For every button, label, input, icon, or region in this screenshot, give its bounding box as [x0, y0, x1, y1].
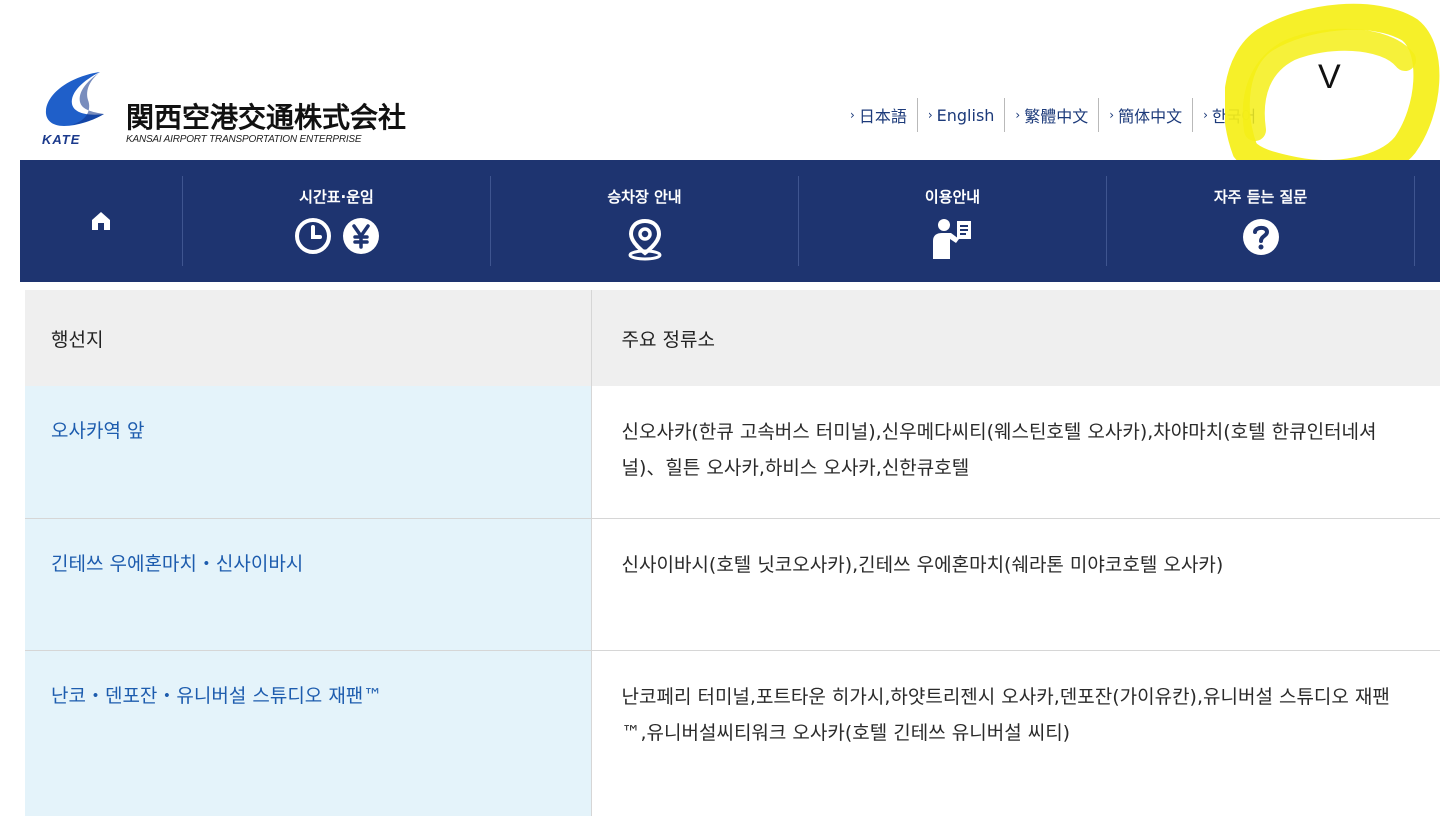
nav-label: 이용안내 — [924, 188, 981, 206]
lang-label: 簡体中文 — [1118, 107, 1183, 126]
chevron-right-icon: › — [1109, 108, 1115, 122]
nav-label: 시간표·운임 — [299, 188, 374, 206]
logo-mark-icon — [45, 72, 104, 126]
nav-label: 승차장 안내 — [607, 188, 682, 206]
guide-person-icon — [932, 219, 971, 259]
clock-icon — [294, 218, 331, 254]
lang-label: 繁體中文 — [1024, 107, 1089, 126]
nav-usage-guide[interactable]: 이용안내 — [799, 160, 1106, 282]
table-row: 긴테쓰 우에혼마치・신사이바시 신사이바시(호텔 닛코오사카),긴테쓰 우에혼마… — [25, 518, 1440, 651]
destination-link[interactable]: 오사카역 앞 — [51, 420, 144, 442]
stops-cell: 난코페리 터미널,포트타운 히가시,하얏트리젠시 오사카,덴포잔(가이유칸),유… — [591, 650, 1440, 816]
nav-faq[interactable]: 자주 듣는 질문 — [1107, 160, 1414, 282]
lang-simplified-chinese[interactable]: › 簡体中文 — [1098, 98, 1192, 132]
lang-korean[interactable]: › 한국어 — [1192, 98, 1266, 132]
logo[interactable]: KATE 関西空港交通株式会社 KANSAI AIRPORT TRANSPORT… — [42, 70, 442, 150]
table-row: 오사카역 앞 신오사카(한큐 고속버스 터미널),신우메다씨티(웨스틴호텔 오사… — [25, 386, 1440, 519]
lang-label: 日本語 — [858, 107, 907, 126]
chevron-right-icon: › — [850, 108, 855, 122]
lang-traditional-chinese[interactable]: › 繁體中文 — [1004, 98, 1098, 132]
company-subtitle: KANSAI AIRPORT TRANSPORTATION ENTERPRISE — [126, 134, 362, 145]
home-icon — [92, 212, 110, 230]
chevron-right-icon: › — [927, 108, 933, 122]
nav-boarding-guide[interactable]: 승차장 안내 — [491, 160, 798, 282]
table-row: 난코・덴포잔・유니버설 스튜디오 재팬™ 난코페리 터미널,포트타운 히가시,하… — [25, 650, 1440, 816]
language-switcher: › 日本語 › English › 繁體中文 › 簡体中文 › 한국어 — [850, 98, 1266, 132]
nav-home[interactable] — [20, 160, 182, 282]
annotation-mark: V — [1318, 58, 1341, 96]
lang-label: English — [936, 105, 995, 125]
route-table: 행선지 주요 정류소 오사카역 앞 신오사카(한큐 고속버스 터미널),신우메다… — [25, 290, 1440, 816]
chevron-right-icon: › — [1015, 108, 1021, 122]
stops-cell: 신사이바시(호텔 닛코오사카),긴테쓰 우에혼마치(쉐라톤 미야코호텔 오사카) — [591, 518, 1440, 651]
yen-icon — [342, 218, 379, 254]
nav-timetable-fares[interactable]: 시간표·운임 — [183, 160, 490, 282]
lang-japanese[interactable]: › 日本語 — [850, 98, 917, 132]
header-main-stops: 주요 정류소 — [590, 290, 1440, 386]
map-pin-icon — [628, 218, 661, 261]
lang-english[interactable]: › English — [916, 98, 1005, 132]
stops-cell: 신오사카(한큐 고속버스 터미널),신우메다씨티(웨스틴호텔 오사카),차야마치… — [591, 386, 1440, 519]
destination-link[interactable]: 긴테쓰 우에혼마치・신사이바시 — [51, 553, 303, 575]
lang-label: 한국어 — [1211, 107, 1257, 126]
destination-link[interactable]: 난코・덴포잔・유니버설 스튜디오 재팬™ — [51, 685, 382, 707]
question-icon — [1242, 219, 1279, 255]
nav-label: 자주 듣는 질문 — [1213, 188, 1308, 206]
nav-divider — [1414, 176, 1415, 266]
company-name: 関西空港交通株式会社 — [126, 101, 407, 134]
site-header: KATE 関西空港交通株式会社 KANSAI AIRPORT TRANSPORT… — [0, 0, 1440, 160]
header-destination: 행선지 — [51, 328, 104, 351]
table-header-row: 행선지 주요 정류소 — [25, 290, 1440, 386]
main-nav: 시간표·운임 승차장 안내 이용안내 자주 듣는 질문 — [20, 160, 1440, 282]
logo-abbr: KATE — [42, 132, 81, 147]
chevron-right-icon: › — [1203, 108, 1208, 122]
